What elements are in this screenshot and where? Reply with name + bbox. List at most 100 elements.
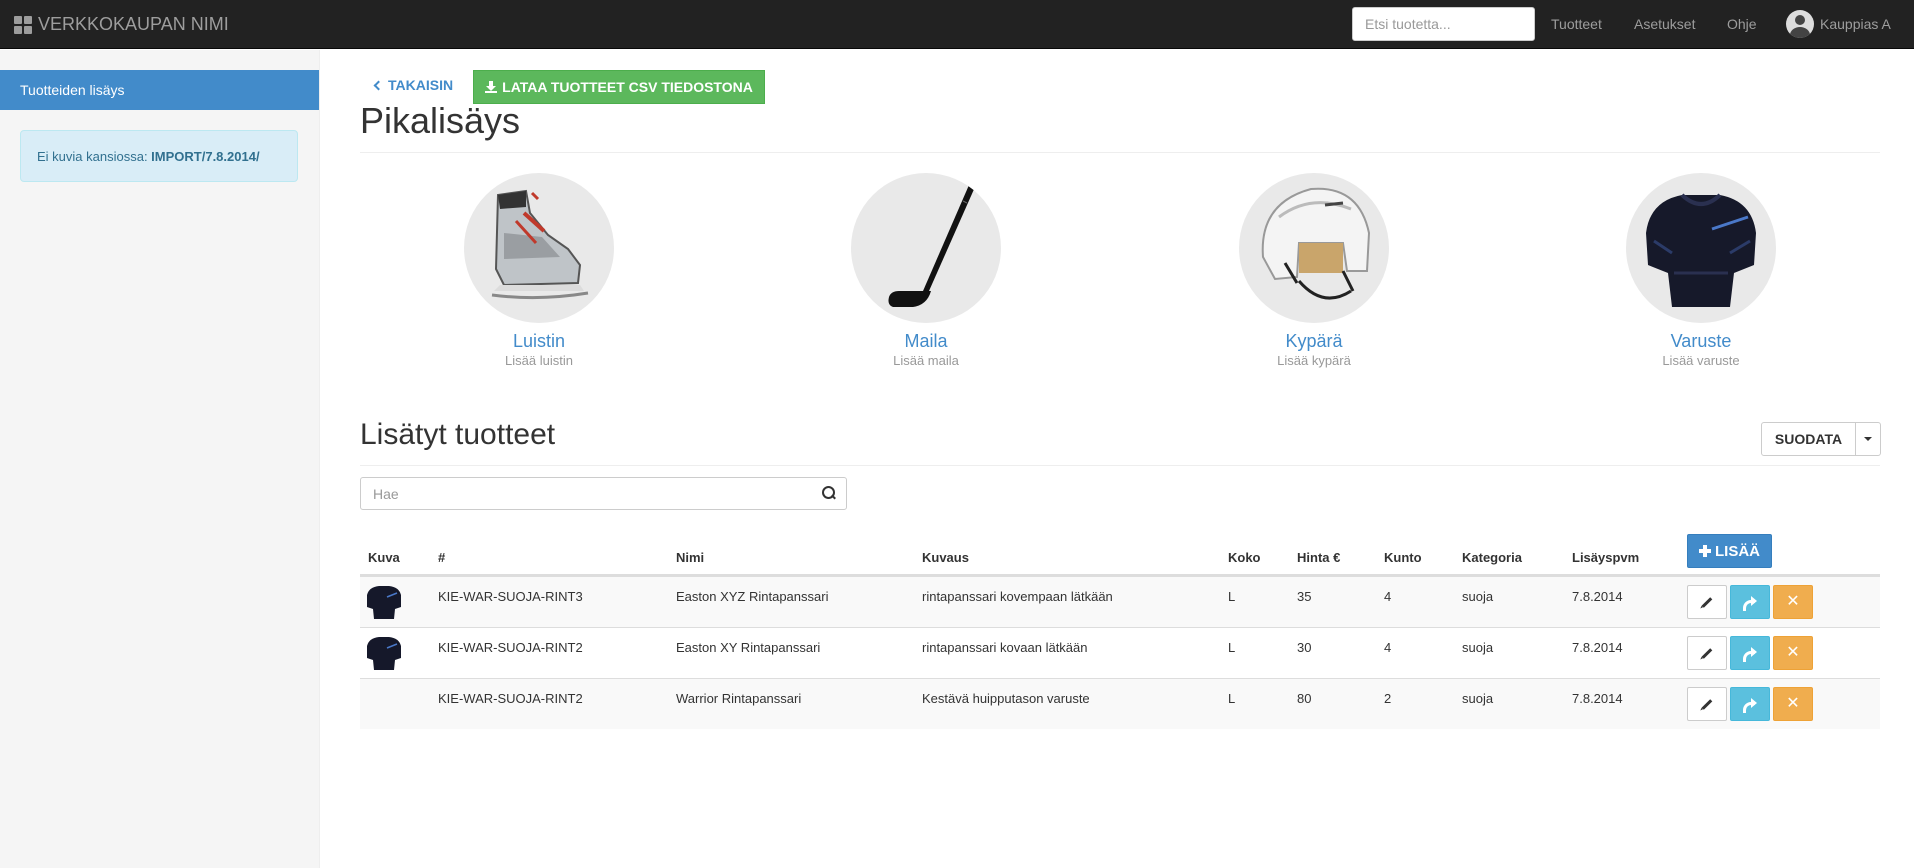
share-icon [1743,698,1757,713]
cell-date: 7.8.2014 [1572,691,1623,706]
col-condition: Kunto [1384,550,1422,565]
cell-size: L [1228,691,1236,706]
close-icon: ✕ [1786,644,1800,661]
divider [360,465,1880,466]
share-icon [1743,596,1757,611]
quick-add-helmet-title[interactable]: Kypärä [1239,331,1389,352]
cell-category: suoja [1462,589,1494,604]
chevron-left-icon [373,80,384,91]
cell-date: 7.8.2014 [1572,589,1623,604]
share-button[interactable] [1730,636,1770,670]
col-name: Nimi [676,550,705,565]
add-product-button[interactable]: LISÄÄ [1687,534,1772,568]
pencil-icon [1701,647,1713,659]
divider [360,152,1880,153]
alert-path: IMPORT/7.8.2014/ [151,149,260,164]
search-icon[interactable] [822,486,836,500]
sidebar-item-add-products[interactable]: Tuotteiden lisäys [0,70,319,110]
table-header: Kuva # Nimi Kuvaus Koko Hinta € Kunto Ka… [360,532,1880,576]
download-csv-button[interactable]: LATAA TUOTTEET CSV TIEDOSTONA [473,70,765,104]
cell-description: rintapanssari kovaan lätkään [922,640,1088,655]
col-size: Koko [1228,550,1261,565]
quick-add-skate[interactable]: Luistin Lisää luistin [464,173,614,368]
cell-condition: 4 [1384,640,1392,655]
cell-name: Easton XY Rintapanssari [676,640,821,655]
cell-description: rintapanssari kovempaan lätkään [922,589,1113,604]
filter-button[interactable]: SUODATA [1762,423,1856,455]
cell-sku: KIE-WAR-SUOJA-RINT2 [438,691,583,706]
edit-button[interactable] [1687,687,1727,721]
delete-button[interactable]: ✕ [1773,585,1813,619]
cell-sku: KIE-WAR-SUOJA-RINT3 [438,589,583,604]
delete-button[interactable]: ✕ [1773,687,1813,721]
csv-label: LATAA TUOTTEET CSV TIEDOSTONA [502,79,753,95]
table-search [360,477,847,510]
cell-condition: 2 [1384,691,1392,706]
col-category: Kategoria [1462,550,1522,565]
cell-description: Kestävä huipputason varuste [922,691,1090,706]
pencil-icon [1701,596,1713,608]
product-search-input[interactable] [1352,7,1535,41]
product-thumbnail [363,634,405,672]
caret-down-icon [1864,437,1872,441]
cell-date: 7.8.2014 [1572,640,1623,655]
back-button[interactable]: TAKAISIN [373,77,454,93]
quick-add-stick[interactable]: Maila Lisää maila [851,173,1001,368]
back-label: TAKAISIN [388,77,454,93]
quick-add-gear-title[interactable]: Varuste [1626,331,1776,352]
quick-add-gear[interactable]: Varuste Lisää varuste [1626,173,1776,368]
share-button[interactable] [1730,687,1770,721]
cell-price: 80 [1297,691,1312,706]
hockey-stick-icon [851,173,1001,323]
edit-button[interactable] [1687,636,1727,670]
col-date: Lisäyspvm [1572,550,1640,565]
info-alert: Ei kuvia kansiossa: IMPORT/7.8.2014/ [20,130,298,182]
table-search-input[interactable] [361,478,801,509]
share-button[interactable] [1730,585,1770,619]
nav-link-products[interactable]: Tuotteet [1551,16,1602,32]
nav-link-settings[interactable]: Asetukset [1634,16,1695,32]
cell-category: suoja [1462,640,1494,655]
col-sku: # [438,550,446,565]
col-description: Kuvaus [922,550,969,565]
table-row: KIE-WAR-SUOJA-RINT3 Easton XYZ Rintapans… [360,576,1880,627]
user-name: Kauppias A [1820,16,1891,32]
pencil-icon [1701,698,1713,710]
cell-condition: 4 [1384,589,1392,604]
col-image: Kuva [368,550,400,565]
cell-sku: KIE-WAR-SUOJA-RINT2 [438,640,583,655]
cell-category: suoja [1462,691,1494,706]
close-icon: ✕ [1786,593,1800,610]
avatar [1786,10,1814,38]
products-table: Kuva # Nimi Kuvaus Koko Hinta € Kunto Ka… [360,532,1880,729]
sidebar: Tuotteiden lisäys Ei kuvia kansiossa: IM… [0,50,320,868]
quick-add-stick-title[interactable]: Maila [851,331,1001,352]
delete-button[interactable]: ✕ [1773,636,1813,670]
cell-name: Warrior Rintapanssari [676,691,802,706]
cell-price: 35 [1297,589,1312,604]
quick-add-stick-subtitle: Lisää maila [893,353,959,368]
brand[interactable]: VERKKOKAUPAN NIMI [14,14,229,35]
quick-add-gear-subtitle: Lisää varuste [1662,353,1740,368]
col-price: Hinta € [1297,550,1341,565]
quick-add-skate-title[interactable]: Luistin [464,331,614,352]
table-row: KIE-WAR-SUOJA-RINT2 Easton XY Rintapanss… [360,627,1880,678]
nav-link-help[interactable]: Ohje [1727,16,1757,32]
quick-add-skate-subtitle: Lisää luistin [505,353,573,368]
filter-button-group: SUODATA [1761,422,1881,456]
download-icon [485,81,498,93]
user-menu[interactable]: Kauppias A [1786,10,1891,38]
alert-text: Ei kuvia kansiossa: [37,149,152,164]
cell-name: Easton XYZ Rintapanssari [676,589,829,604]
quick-add-helmet-subtitle: Lisää kypärä [1277,353,1351,368]
cell-size: L [1228,589,1236,604]
shoulder-pads-icon [1626,173,1776,323]
edit-button[interactable] [1687,585,1727,619]
quick-add-title: Pikalisäys [360,100,521,141]
grid-icon [14,15,32,34]
share-icon [1743,647,1757,662]
plus-icon [1699,545,1711,557]
quick-add-helmet[interactable]: Kypärä Lisää kypärä [1239,173,1389,368]
brand-name: VERKKOKAUPAN NIMI [38,14,229,34]
filter-dropdown-toggle[interactable] [1856,423,1880,455]
